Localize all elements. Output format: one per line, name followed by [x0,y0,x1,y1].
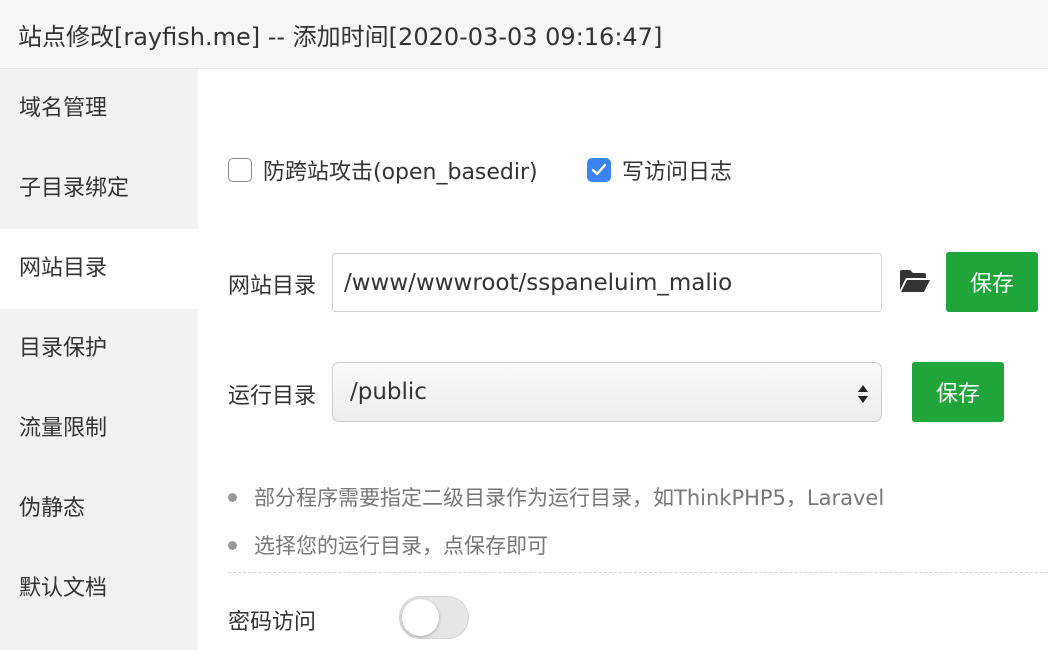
folder-open-icon[interactable] [899,268,931,294]
sidebar-item-domain[interactable]: 域名管理 [0,69,198,149]
toggle-knob [402,599,439,636]
run-dir-selected-value: /public [350,379,427,405]
anti-xss-label: 防跨站攻击(open_basedir) [263,160,538,185]
sidebar-item-subdir-binding[interactable]: 子目录绑定 [0,149,198,229]
sidebar-item-traffic-limit[interactable]: 流量限制 [0,389,198,469]
run-dir-select[interactable]: /public [332,362,882,422]
sidebar-item-default-doc[interactable]: 默认文档 [0,549,198,629]
tip-text: 部分程序需要指定二级目录作为运行目录，如ThinkPHP5，Laravel [254,486,885,510]
password-access-label: 密码访问 [228,610,317,635]
select-arrows-icon [858,385,868,403]
write-log-label: 写访问日志 [622,160,733,185]
tip-item: 部分程序需要指定二级目录作为运行目录，如ThinkPHP5，Laravel [228,482,884,512]
site-dir-input[interactable] [332,253,882,312]
sidebar: 域名管理 子目录绑定 网站目录 目录保护 流量限制 伪静态 默认文档 [0,69,198,650]
site-dir-label: 网站目录 [228,274,317,299]
window-title: 站点修改[rayfish.me] -- 添加时间[2020-03-03 09:1… [0,0,1048,69]
run-dir-save-button[interactable]: 保存 [912,362,1004,422]
sidebar-item-site-directory[interactable]: 网站目录 [0,229,198,309]
run-dir-label: 运行目录 [228,384,317,409]
sidebar-item-rewrite[interactable]: 伪静态 [0,469,198,549]
password-access-toggle[interactable] [399,596,469,639]
bullet-icon [228,492,237,502]
divider [228,572,1048,573]
bullet-icon [228,540,237,550]
anti-xss-checkbox[interactable] [228,158,252,182]
checkmark-icon [591,163,607,176]
tip-item: 选择您的运行目录，点保存即可 [228,530,548,560]
sidebar-item-dir-protection[interactable]: 目录保护 [0,309,198,389]
tip-text: 选择您的运行目录，点保存即可 [254,534,548,558]
anti-xss-option: 防跨站攻击(open_basedir) [228,154,538,186]
write-log-option: 写访问日志 [587,154,732,186]
site-dir-save-button[interactable]: 保存 [946,252,1038,312]
write-log-checkbox[interactable] [587,158,611,182]
